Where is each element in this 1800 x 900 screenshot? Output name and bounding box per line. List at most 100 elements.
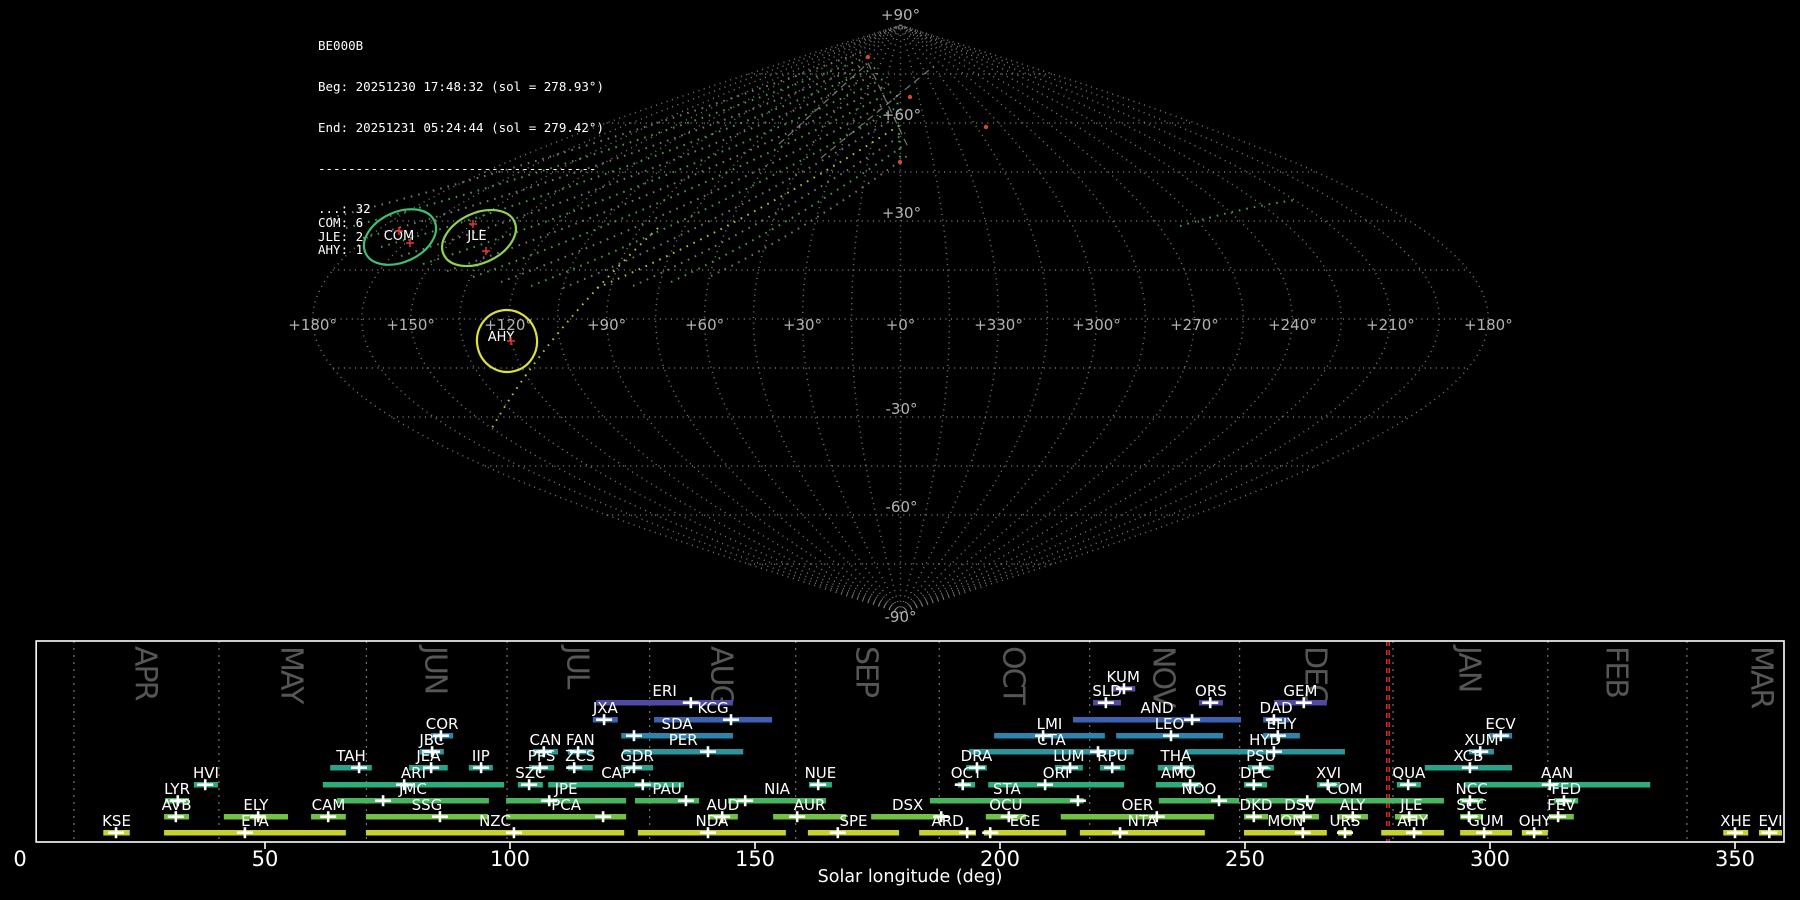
shower-DPC: DPC	[1240, 764, 1271, 791]
shower-URS: URS	[1329, 812, 1360, 839]
shower-TAH: TAH	[330, 747, 372, 774]
x-tick-label: 100	[490, 847, 530, 871]
shower-label: NOO	[1182, 780, 1217, 798]
shower-QUA: QUA	[1392, 764, 1426, 791]
shower-XCB: XCB	[1424, 747, 1513, 774]
shower-bar	[807, 830, 900, 836]
shower-label: EGE	[1010, 812, 1041, 830]
shower-IIP: IIP	[468, 747, 493, 774]
x-tick-label: 250	[1225, 847, 1265, 871]
lat-label: -60°	[886, 498, 918, 516]
shower-label: NDA	[695, 812, 729, 830]
shower-label: LEO	[1155, 715, 1185, 733]
radiant-drift-track	[562, 113, 902, 289]
shower-label: CAP	[601, 764, 631, 782]
month-label-MAR: MAR	[1743, 646, 1778, 708]
shower-bar	[164, 830, 346, 836]
lon-label: +300°	[1072, 316, 1121, 334]
shower-label: NTA	[1128, 812, 1158, 830]
month-label-MAY: MAY	[273, 646, 308, 705]
shower-FEV: FEV	[1547, 796, 1576, 823]
lon-label: +60°	[685, 316, 724, 334]
obs-begin: Beg: 20251230 17:48:32 (sol = 278.93°)	[318, 78, 604, 94]
shower-label: SPE	[839, 812, 867, 830]
shower-label: PAU	[652, 780, 681, 798]
shower-label: TAH	[335, 747, 366, 765]
x-tick-label: 300	[1470, 847, 1510, 871]
radiant-drift-track	[896, 94, 901, 161]
shower-label: GDR	[620, 747, 654, 765]
x-tick-label: 150	[735, 847, 775, 871]
south-pole-label: -90°	[885, 608, 917, 626]
shower-label: XCB	[1453, 747, 1483, 765]
shower-label: NZC	[479, 812, 511, 830]
month-label-OCT: OCT	[996, 646, 1031, 706]
shower-bar	[365, 830, 625, 836]
lon-label: +240°	[1268, 316, 1317, 334]
lon-label: +30°	[783, 316, 822, 334]
shower-label: PER	[669, 731, 698, 749]
shower-OHY: OHY	[1519, 812, 1552, 839]
shower-label: THA	[1160, 747, 1192, 765]
x-tick-label: 350	[1715, 847, 1755, 871]
shower-label: FEV	[1547, 796, 1576, 814]
shower-XHE: XHE	[1720, 812, 1751, 839]
shower-label: PPS	[528, 747, 556, 765]
shower-label: GUM	[1468, 812, 1504, 830]
shower-label: ORI	[1043, 764, 1070, 782]
shower-KSE: KSE	[102, 812, 131, 839]
shower-bar	[773, 814, 847, 820]
lon-label: +330°	[974, 316, 1023, 334]
activity-timeline: APR MAY JUN JUL AUG SEP OCT NOV DEC JAN FEB MARKUME…	[13, 640, 1785, 887]
shower-label: GEM	[1283, 682, 1317, 700]
shower-SLD: SLD	[1092, 682, 1122, 709]
shower-ZCS: ZCS	[565, 747, 595, 774]
shower-AHY: AHY	[1381, 812, 1444, 839]
shower-label: NUE	[805, 764, 837, 782]
lat-label: +60°	[882, 106, 921, 124]
radiant-drift-track	[1179, 199, 1296, 227]
shower-label: JEA	[415, 747, 441, 765]
shower-label: MON	[1267, 812, 1303, 830]
radiant-dot	[865, 54, 871, 60]
month-label-JUN: JUN	[418, 644, 453, 693]
x-tick-label: 0	[13, 847, 26, 871]
shower-label: OCT	[951, 764, 983, 782]
north-pole-label: +90°	[881, 6, 920, 24]
lon-label: +180°	[288, 316, 337, 334]
shower-label: PCA	[551, 796, 582, 814]
month-label-AUG: AUG	[704, 646, 739, 706]
shower-EVI: EVI	[1758, 812, 1783, 839]
lat-label: -30°	[886, 400, 918, 418]
shower-count-: ...: 32	[318, 201, 371, 217]
lon-label: +90°	[587, 316, 626, 334]
radiant-drift-track	[596, 122, 904, 289]
shower-count-COM: COM: 6	[318, 214, 364, 230]
shower-CAM: CAM	[311, 796, 346, 823]
shower-JXA: JXA	[592, 699, 619, 726]
shower-RPU: RPU	[1097, 747, 1128, 774]
shower-NUE: NUE	[805, 764, 837, 791]
shower-bar	[365, 814, 488, 820]
shower-GUM: GUM	[1460, 812, 1513, 839]
observation-info: BE000B Beg: 20251230 17:48:32 (sol = 278…	[318, 12, 604, 284]
obs-end: End: 20251231 05:24:44 (sol = 279.42°)	[318, 119, 604, 135]
shower-NDA: NDA	[637, 812, 786, 839]
lon-label: +270°	[1170, 316, 1219, 334]
month-label-FEB: FEB	[1598, 646, 1633, 697]
shower-SZC: SZC	[515, 764, 545, 791]
shower-label: ZCS	[565, 747, 595, 765]
info-separator: -------------------------------------	[318, 160, 597, 176]
shower-label: KCG	[698, 699, 729, 717]
radiant-dot	[897, 159, 903, 165]
shower-OCT: OCT	[951, 764, 983, 791]
radiant-drift-track	[670, 143, 907, 283]
radiant-drift-track	[710, 155, 908, 277]
lon-label: +0°	[886, 316, 916, 334]
shower-ORS: ORS	[1195, 682, 1227, 709]
shower-label: ARD	[931, 812, 963, 830]
month-label-JAN: JAN	[1451, 644, 1486, 691]
shower-HVI: HVI	[193, 764, 219, 791]
radiant-drift-track	[632, 132, 906, 287]
month-label-SEP: SEP	[849, 646, 884, 698]
